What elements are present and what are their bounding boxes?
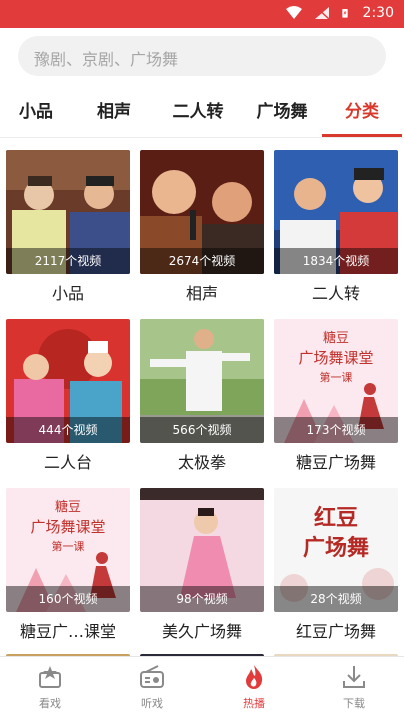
battery-icon [341, 9, 348, 18]
tab-xiaopin[interactable]: 小品 [4, 86, 68, 138]
signal-icon [314, 6, 330, 20]
nav-label: 下载 [343, 697, 365, 710]
video-count: 2117个视频 [6, 248, 130, 274]
thumb-text-mid: 广场舞课堂 [298, 349, 374, 367]
category-card-xiaopin[interactable]: 2117个视频 小品 [6, 150, 130, 304]
nav-label: 听戏 [141, 697, 163, 710]
category-card-taijiquan[interactable]: 566个视频 太极拳 [140, 319, 264, 473]
nav-kanxi[interactable]: 看戏 [10, 663, 90, 711]
video-count: 28个视频 [274, 586, 398, 612]
thumbnail: 444个视频 [6, 319, 130, 443]
search-input[interactable]: 豫剧、京剧、广场舞 [18, 36, 386, 76]
category-card-errenzhuan[interactable]: 1834个视频 二人转 [274, 150, 398, 304]
card-title: 糖豆广…课堂 [19, 622, 116, 641]
star-video-icon [39, 666, 61, 688]
card-title: 红豆广场舞 [295, 622, 376, 641]
category-card-errentai[interactable]: 444个视频 二人台 [6, 319, 130, 473]
nav-tingxi[interactable]: 听戏 [112, 663, 192, 711]
thumbnail: 2674个视频 [140, 150, 264, 274]
video-count: 160个视频 [6, 586, 130, 612]
card-title: 二人台 [43, 453, 92, 472]
thumb-text-hongdou: 红豆 [313, 505, 358, 531]
category-card-hongdou-guangchangwu[interactable]: 红豆 广场舞 28个视频 红豆广场舞 [274, 488, 398, 642]
video-count: 98个视频 [140, 586, 264, 612]
thumbnail: 红豆 广场舞 28个视频 [274, 488, 398, 612]
thumb-text-sub: 第一课 [319, 371, 353, 384]
bottom-navigation: 看戏 听戏 热播 下载 [0, 656, 404, 720]
thumbnail: 566个视频 [140, 319, 264, 443]
video-count: 1834个视频 [274, 248, 398, 274]
thumbnail: 糖豆 广场舞课堂 第一课 173个视频 [274, 319, 398, 443]
category-card-tangdou-ketang[interactable]: 糖豆 广场舞课堂 第一课 160个视频 糖豆广…课堂 [6, 488, 130, 642]
video-count: 173个视频 [274, 417, 398, 443]
active-tab-indicator [322, 134, 402, 137]
tab-fenlei[interactable]: 分类 [322, 86, 402, 138]
tab-xiangsheng[interactable]: 相声 [82, 86, 146, 138]
category-tabs: 小品 相声 二人转 广场舞 分类 [0, 86, 404, 138]
tab-errenzhuan[interactable]: 二人转 [160, 86, 236, 138]
category-card-tangdou-guangchangwu[interactable]: 糖豆 广场舞课堂 第一课 173个视频 糖豆广场舞 [274, 319, 398, 473]
wifi-icon [285, 6, 302, 19]
radio-icon [140, 665, 164, 688]
nav-xiazai[interactable]: 下载 [314, 663, 394, 711]
category-grid: 2117个视频 小品 2674个视频 相声 1834个视频 二人转 444个视频… [0, 142, 404, 656]
tab-guangchangwu[interactable]: 广场舞 [244, 86, 320, 138]
thumb-text-mid: 广场舞课堂 [30, 518, 106, 536]
category-card-meijiu-guangchangwu[interactable]: 98个视频 美久广场舞 [140, 488, 264, 642]
status-time: 2:30 [362, 5, 394, 21]
nav-label: 热播 [243, 697, 265, 710]
video-count: 444个视频 [6, 417, 130, 443]
card-title: 糖豆广场舞 [295, 453, 376, 472]
category-card-xiangsheng[interactable]: 2674个视频 相声 [140, 150, 264, 304]
search-bar: 豫剧、京剧、广场舞 [0, 28, 404, 86]
search-placeholder: 豫剧、京剧、广场舞 [34, 50, 179, 69]
thumbnail: 糖豆 广场舞课堂 第一课 160个视频 [6, 488, 130, 612]
thumb-text-sub: 第一课 [51, 540, 85, 553]
card-title: 小品 [51, 284, 84, 303]
card-title: 二人转 [311, 284, 360, 303]
nav-label: 看戏 [39, 697, 61, 710]
download-icon [343, 666, 365, 688]
thumbnail: 1834个视频 [274, 150, 398, 274]
card-title: 太极拳 [177, 453, 226, 472]
thumb-text-top: 糖豆 [54, 500, 81, 515]
thumb-text-top: 糖豆 [322, 331, 349, 346]
card-title: 美久广场舞 [161, 622, 242, 641]
card-title: 相声 [185, 284, 218, 303]
thumbnail: 2117个视频 [6, 150, 130, 274]
nav-rebo[interactable]: 热播 [214, 663, 294, 711]
thumb-text-guangchangwu: 广场舞 [302, 535, 369, 561]
video-count: 566个视频 [140, 417, 264, 443]
video-count: 2674个视频 [140, 248, 264, 274]
status-bar: 2:30 [0, 0, 404, 28]
flame-icon [246, 665, 263, 689]
thumbnail: 98个视频 [140, 488, 264, 612]
